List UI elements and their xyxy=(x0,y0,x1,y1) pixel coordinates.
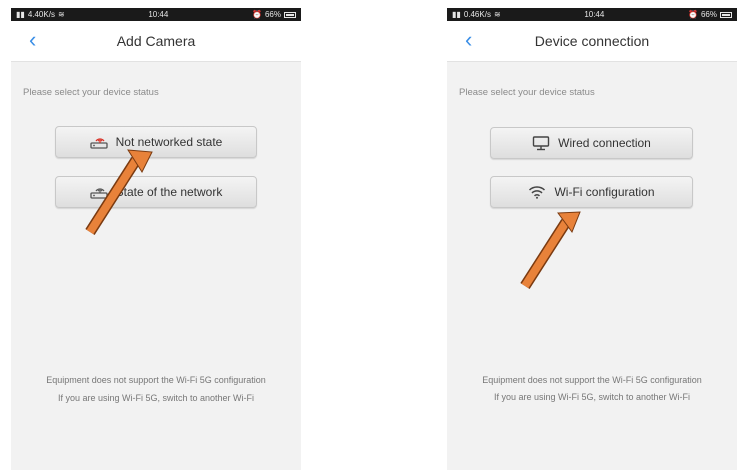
status-bar: ▮▮ 0.46K/s ≋ 10:44 ⏰ 66% xyxy=(447,8,737,21)
nav-bar: ‹ Add Camera xyxy=(11,21,301,62)
wifi-status-icon: ≋ xyxy=(57,10,65,19)
nav-bar: ‹ Device connection xyxy=(447,21,737,62)
button-label: Not networked state xyxy=(115,135,223,149)
signal-icon: ▮▮ xyxy=(452,10,461,19)
button-label: State of the network xyxy=(115,185,223,199)
status-prompt: Please select your device status xyxy=(459,87,595,98)
right-phone-screen: ▮▮ 0.46K/s ≋ 10:44 ⏰ 66% ‹ Device connec… xyxy=(447,8,737,470)
wired-connection-button[interactable]: Wired connection xyxy=(490,127,693,159)
wifi-status-icon: ≋ xyxy=(493,10,501,19)
alarm-icon: ⏰ xyxy=(252,10,262,19)
signal-icon: ▮▮ xyxy=(16,10,25,19)
status-prompt: Please select your device status xyxy=(23,87,159,98)
page-title: Add Camera xyxy=(116,33,196,49)
wifi-configuration-button[interactable]: Wi-Fi configuration xyxy=(490,176,693,208)
clock: 10:44 xyxy=(584,10,605,19)
router-icon-red xyxy=(89,135,108,149)
button-label: Wired connection xyxy=(558,136,651,150)
network-state-button[interactable]: State of the network xyxy=(55,176,257,208)
page-title: Device connection xyxy=(534,33,650,49)
network-speed: 0.46K/s xyxy=(463,10,491,19)
not-networked-button[interactable]: Not networked state xyxy=(55,126,257,158)
footnote-line-1: Equipment does not support the Wi-Fi 5G … xyxy=(46,375,266,385)
footnote-line-1: Equipment does not support the Wi-Fi 5G … xyxy=(482,375,702,385)
footnote-line-2: If you are using Wi-Fi 5G, switch to ano… xyxy=(493,392,691,402)
footnote-line-2: If you are using Wi-Fi 5G, switch to ano… xyxy=(57,393,255,403)
wifi-icon xyxy=(528,185,546,199)
button-label: Wi-Fi configuration xyxy=(554,185,655,199)
monitor-icon xyxy=(532,135,550,151)
battery-icon xyxy=(719,11,732,18)
network-speed: 4.40K/s xyxy=(27,10,55,19)
battery-icon xyxy=(283,11,296,18)
alarm-icon: ⏰ xyxy=(688,10,698,19)
status-bar: ▮▮ 4.40K/s ≋ 10:44 ⏰ 66% xyxy=(11,8,301,21)
router-icon xyxy=(89,185,108,199)
left-phone-screen: ▮▮ 4.40K/s ≋ 10:44 ⏰ 66% ‹ Add Camera Pl… xyxy=(11,8,301,470)
battery-percent: 66% xyxy=(264,10,281,19)
battery-percent: 66% xyxy=(700,10,717,19)
clock: 10:44 xyxy=(148,10,169,19)
